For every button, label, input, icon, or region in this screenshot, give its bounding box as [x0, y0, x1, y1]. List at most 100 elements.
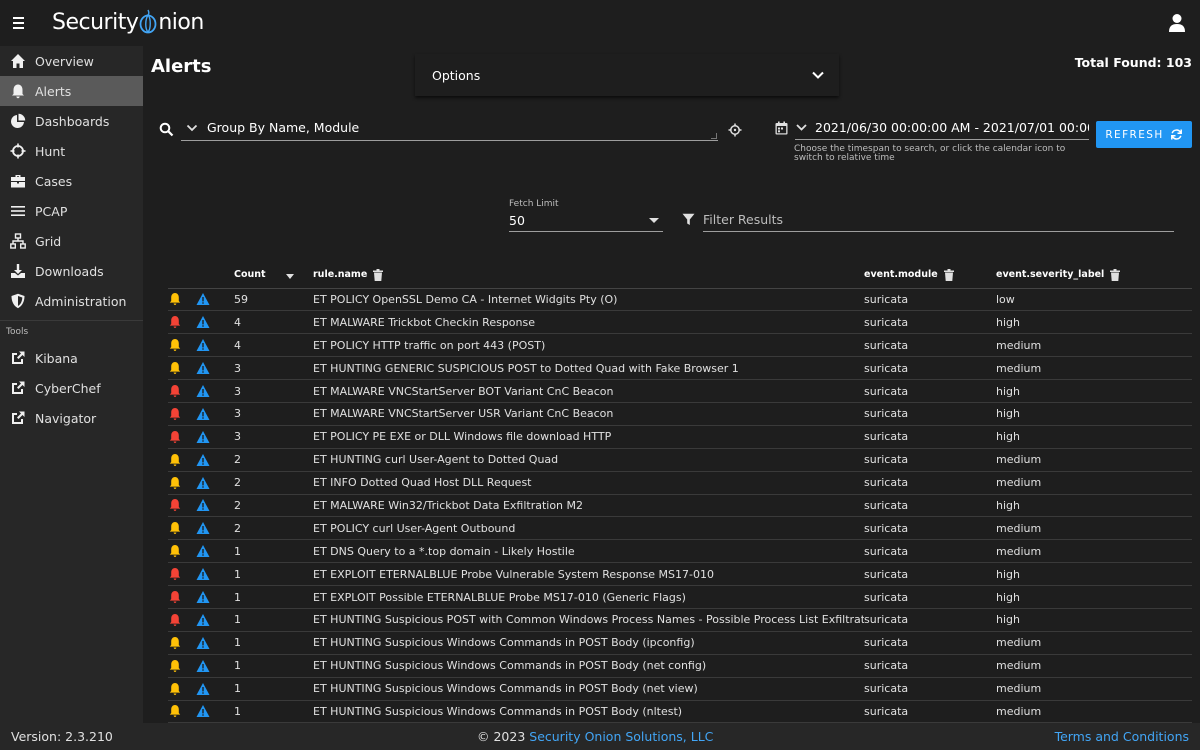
escalate-warning-icon[interactable]: [196, 292, 210, 306]
count-cell[interactable]: 3: [234, 356, 313, 381]
terms-link[interactable]: Terms and Conditions: [1055, 729, 1189, 744]
company-link[interactable]: Security Onion Solutions, LLC: [529, 729, 713, 744]
rule-name-cell[interactable]: ET HUNTING Suspicious Windows Commands i…: [313, 631, 864, 655]
count-cell[interactable]: 1: [234, 562, 313, 587]
count-cell[interactable]: 1: [234, 631, 313, 655]
event-module-cell[interactable]: suricata: [864, 654, 996, 678]
table-row[interactable]: 3 ET MALWARE VNCStartServer USR Variant C…: [168, 402, 1192, 426]
escalate-warning-icon[interactable]: [196, 521, 210, 535]
rule-name-cell[interactable]: ET HUNTING GENERIC SUSPICIOUS POST to Do…: [313, 356, 864, 381]
sidebar-item-grid[interactable]: Grid: [0, 226, 143, 256]
count-cell[interactable]: 2: [234, 516, 313, 541]
severity-cell[interactable]: high: [996, 494, 1192, 518]
table-row[interactable]: 1 ET EXPLOIT Possible ETERNALBLUE Probe M…: [168, 585, 1192, 609]
severity-cell[interactable]: medium: [996, 654, 1192, 678]
acknowledge-bell-icon[interactable]: [168, 315, 182, 329]
acknowledge-bell-icon[interactable]: [168, 682, 182, 696]
severity-cell[interactable]: medium: [996, 516, 1192, 541]
sort-desc-icon[interactable]: [285, 273, 294, 279]
header-rule-name[interactable]: rule.name: [313, 262, 864, 289]
rule-name-cell[interactable]: ET POLICY curl User-Agent Outbound: [313, 516, 864, 541]
count-cell[interactable]: 1: [234, 608, 313, 632]
escalate-warning-icon[interactable]: [196, 476, 210, 490]
severity-cell[interactable]: high: [996, 310, 1192, 335]
resize-handle[interactable]: [711, 133, 717, 139]
sidebar-item-alerts[interactable]: Alerts: [0, 76, 143, 106]
rule-name-cell[interactable]: ET HUNTING Suspicious Windows Commands i…: [313, 677, 864, 701]
table-row[interactable]: 2 ET MALWARE Win32/Trickbot Data Exfiltra…: [168, 494, 1192, 518]
count-cell[interactable]: 1: [234, 700, 313, 724]
acknowledge-bell-icon[interactable]: [168, 521, 182, 535]
header-count[interactable]: Count: [234, 262, 313, 289]
trash-icon[interactable]: [373, 268, 384, 281]
rule-name-cell[interactable]: ET HUNTING Suspicious Windows Commands i…: [313, 654, 864, 678]
sidebar-item-cases[interactable]: Cases: [0, 166, 143, 196]
event-module-cell[interactable]: suricata: [864, 310, 996, 335]
escalate-warning-icon[interactable]: [196, 453, 210, 467]
event-module-cell[interactable]: suricata: [864, 562, 996, 587]
event-module-cell[interactable]: suricata: [864, 608, 996, 632]
count-cell[interactable]: 2: [234, 448, 313, 472]
event-module-cell[interactable]: suricata: [864, 677, 996, 701]
escalate-warning-icon[interactable]: [196, 613, 210, 627]
rule-name-cell[interactable]: ET EXPLOIT Possible ETERNALBLUE Probe MS…: [313, 585, 864, 609]
count-cell[interactable]: 4: [234, 333, 313, 358]
table-row[interactable]: 4 ET MALWARE Trickbot Checkin Response sur…: [168, 310, 1192, 335]
severity-cell[interactable]: low: [996, 288, 1192, 312]
menu-icon[interactable]: [10, 14, 30, 32]
count-cell[interactable]: 1: [234, 677, 313, 701]
sidebar-item-pcap[interactable]: PCAP: [0, 196, 143, 226]
sidebar-item-kibana[interactable]: Kibana: [0, 343, 143, 373]
chevron-down-icon[interactable]: [795, 121, 808, 134]
severity-cell[interactable]: medium: [996, 700, 1192, 724]
escalate-warning-icon[interactable]: [196, 338, 210, 352]
refresh-button[interactable]: REFRESH: [1096, 121, 1192, 148]
event-module-cell[interactable]: suricata: [864, 585, 996, 609]
table-row[interactable]: 59 ET POLICY OpenSSL Demo CA - Internet W…: [168, 288, 1192, 312]
rule-name-cell[interactable]: ET MALWARE VNCStartServer USR Variant Cn…: [313, 402, 864, 426]
event-module-cell[interactable]: suricata: [864, 402, 996, 426]
rule-name-cell[interactable]: ET EXPLOIT ETERNALBLUE Probe Vulnerable …: [313, 562, 864, 587]
table-row[interactable]: 2 ET INFO Dotted Quad Host DLL Request sur…: [168, 471, 1192, 495]
table-row[interactable]: 3 ET MALWARE VNCStartServer BOT Variant C…: [168, 379, 1192, 403]
acknowledge-bell-icon[interactable]: [168, 407, 182, 421]
escalate-warning-icon[interactable]: [196, 430, 210, 444]
escalate-warning-icon[interactable]: [196, 704, 210, 718]
escalate-warning-icon[interactable]: [196, 498, 210, 512]
event-module-cell[interactable]: suricata: [864, 471, 996, 495]
event-module-cell[interactable]: suricata: [864, 333, 996, 358]
event-module-cell[interactable]: suricata: [864, 494, 996, 518]
options-expander[interactable]: Options: [415, 54, 839, 96]
severity-cell[interactable]: high: [996, 379, 1192, 403]
table-row[interactable]: 2 ET HUNTING curl User-Agent to Dotted Qu…: [168, 448, 1192, 472]
event-module-cell[interactable]: suricata: [864, 356, 996, 381]
table-row[interactable]: 4 ET POLICY HTTP traffic on port 443 (POS…: [168, 333, 1192, 358]
rule-name-cell[interactable]: ET MALWARE Trickbot Checkin Response: [313, 310, 864, 335]
severity-cell[interactable]: high: [996, 562, 1192, 587]
event-module-cell[interactable]: suricata: [864, 631, 996, 655]
crosshairs-icon[interactable]: [728, 123, 742, 137]
count-cell[interactable]: 3: [234, 402, 313, 426]
count-cell[interactable]: 3: [234, 425, 313, 449]
fetch-limit-select[interactable]: 50: [509, 210, 663, 232]
event-module-cell[interactable]: suricata: [864, 288, 996, 312]
severity-cell[interactable]: medium: [996, 539, 1192, 564]
rule-name-cell[interactable]: ET MALWARE VNCStartServer BOT Variant Cn…: [313, 379, 864, 403]
rule-name-cell[interactable]: ET HUNTING Suspicious POST with Common W…: [313, 608, 864, 632]
event-module-cell[interactable]: suricata: [864, 379, 996, 403]
rule-name-cell[interactable]: ET HUNTING curl User-Agent to Dotted Qua…: [313, 448, 864, 472]
event-module-cell[interactable]: suricata: [864, 425, 996, 449]
sidebar-item-hunt[interactable]: Hunt: [0, 136, 143, 166]
acknowledge-bell-icon[interactable]: [168, 704, 182, 718]
table-row[interactable]: 2 ET POLICY curl User-Agent Outbound suric…: [168, 516, 1192, 541]
filter-results-field[interactable]: [703, 207, 1174, 232]
acknowledge-bell-icon[interactable]: [168, 613, 182, 627]
acknowledge-bell-icon[interactable]: [168, 338, 182, 352]
acknowledge-bell-icon[interactable]: [168, 384, 182, 398]
event-module-cell[interactable]: suricata: [864, 448, 996, 472]
severity-cell[interactable]: medium: [996, 333, 1192, 358]
severity-cell[interactable]: high: [996, 608, 1192, 632]
table-row[interactable]: 1 ET HUNTING Suspicious Windows Commands …: [168, 631, 1192, 655]
table-row[interactable]: 1 ET HUNTING Suspicious Windows Commands …: [168, 700, 1192, 724]
count-cell[interactable]: 3: [234, 379, 313, 403]
